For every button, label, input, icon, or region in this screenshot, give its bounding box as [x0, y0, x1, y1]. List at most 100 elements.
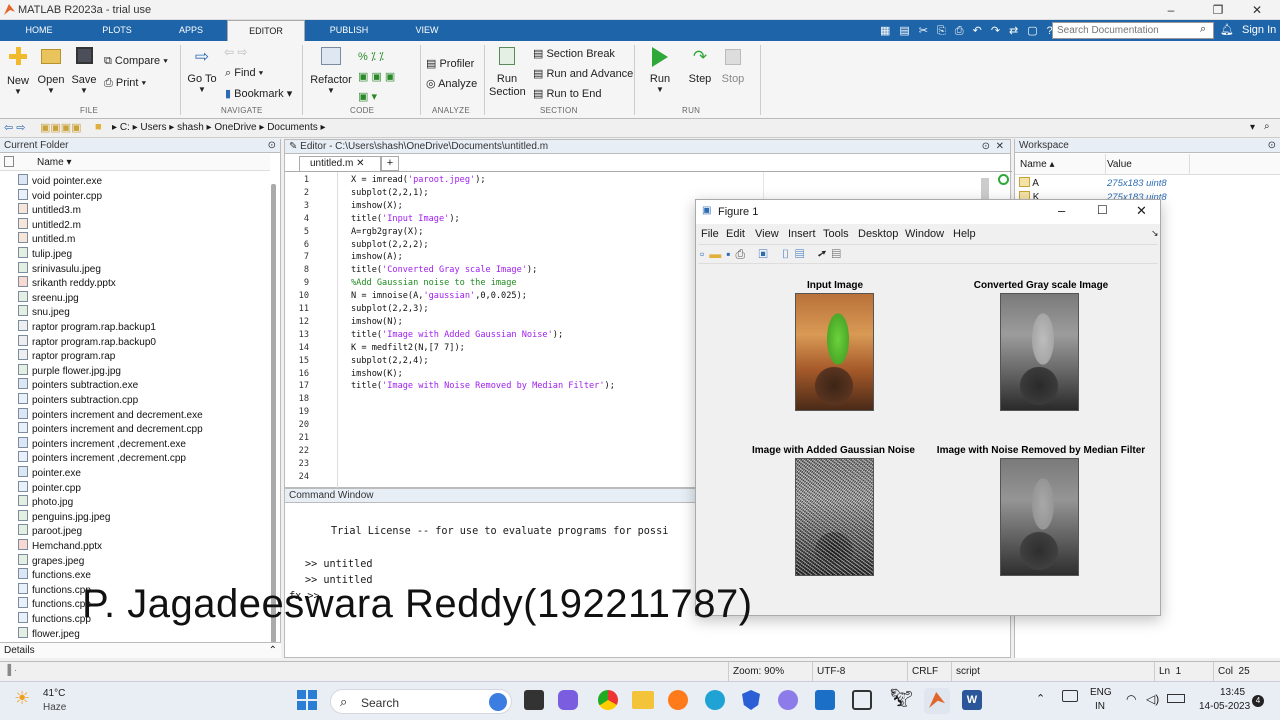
- file-list-item[interactable]: srikanth reddy.pptx: [18, 276, 116, 291]
- tab-editor[interactable]: EDITOR: [227, 20, 305, 41]
- word-icon[interactable]: W: [962, 690, 982, 710]
- file-list-item[interactable]: pointers increment and decrement.exe: [18, 407, 203, 423]
- new-button[interactable]: New ▼: [6, 47, 30, 96]
- new-figure-icon[interactable]: ▫: [700, 247, 709, 261]
- file-list-item[interactable]: pointer.exe: [18, 466, 81, 481]
- file-list-item[interactable]: sreenu.jpg: [18, 290, 79, 306]
- tab-close-icon[interactable]: ✕: [356, 158, 364, 169]
- file-list-item[interactable]: raptor program.rap.backup1: [18, 320, 156, 335]
- file-list-item[interactable]: functions.cpp: [18, 582, 91, 598]
- breadcrumb-item[interactable]: Users: [140, 122, 166, 133]
- code-line[interactable]: title('Converted Gray scale Image');: [351, 265, 537, 275]
- code-line[interactable]: title('Image with Added Gaussian Noise')…: [351, 330, 563, 340]
- back-forward-icon[interactable]: ⇦ ⇨: [224, 45, 247, 59]
- refactor-button[interactable]: Refactor ▼: [310, 47, 352, 95]
- code-line[interactable]: subplot(2,2,1);: [351, 188, 429, 198]
- goto-button[interactable]: ⇨ Go To ▼: [186, 47, 218, 94]
- folder-tools-icon[interactable]: ▣▣▣▣: [40, 121, 82, 134]
- code-line[interactable]: imshow(X);: [351, 201, 403, 211]
- copilot-icon[interactable]: [778, 690, 798, 710]
- file-list-item[interactable]: raptor program.rap.backup0: [18, 334, 156, 350]
- print-button[interactable]: ⎙ Print ▾: [104, 77, 146, 90]
- file-list-item[interactable]: flower.jpeg: [18, 626, 80, 642]
- breadcrumb-item[interactable]: Documents: [267, 122, 318, 133]
- clock-time[interactable]: 13:45: [1220, 687, 1245, 698]
- file-list-item[interactable]: void pointer.cpp: [18, 188, 102, 204]
- chrome-icon[interactable]: [598, 690, 618, 710]
- quick-access-toolbar[interactable]: ▦▤✂⎘⎙↶↷⇄▢?: [880, 24, 1062, 38]
- raptor-icon[interactable]: 🦖︎: [890, 688, 913, 709]
- weather-temp[interactable]: 41°C: [43, 688, 65, 699]
- menu-edit[interactable]: Edit: [726, 228, 745, 240]
- code-line[interactable]: A=rgb2gray(X);: [351, 227, 423, 237]
- encoding[interactable]: UTF-8: [817, 666, 845, 677]
- close-icon[interactable]: ✕: [1242, 2, 1272, 18]
- code-line[interactable]: K = medfilt2(N,[7 7]);: [351, 343, 465, 353]
- address-search-icon[interactable]: ⌕: [1264, 121, 1270, 132]
- taskbar-search[interactable]: ⌕ Search: [330, 689, 512, 714]
- file-explorer-icon[interactable]: [632, 691, 654, 709]
- close-icon[interactable]: ✕: [1136, 203, 1147, 219]
- file-list-item[interactable]: untitled3.m: [18, 203, 81, 218]
- profiler-button[interactable]: ▤ Profiler: [426, 57, 474, 70]
- file-list-item[interactable]: functions.exe: [18, 568, 91, 583]
- menu-window[interactable]: Window: [905, 228, 944, 240]
- file-list-item[interactable]: paroot.jpeg: [18, 524, 82, 539]
- zoom-level[interactable]: Zoom: 90%: [733, 666, 784, 677]
- code-line[interactable]: subplot(2,2,3);: [351, 304, 429, 314]
- link-icon[interactable]: ▣: [758, 247, 772, 261]
- analyze-button[interactable]: ◎ Analyze: [426, 77, 477, 90]
- file-list-item[interactable]: pointers increment ,decrement.exe: [18, 436, 186, 452]
- clock-date[interactable]: 14-05-2023: [1199, 701, 1250, 712]
- minimize-icon[interactable]: –: [1156, 2, 1186, 18]
- weather-sun-icon[interactable]: ☀: [14, 688, 30, 709]
- file-list-item[interactable]: Hemchand.pptx: [18, 539, 102, 554]
- save-button[interactable]: Save ▼: [71, 47, 97, 95]
- store-icon[interactable]: [815, 690, 835, 710]
- code-line[interactable]: %Add Gaussian noise to the image: [351, 278, 517, 288]
- open-icon[interactable]: ▬: [709, 247, 726, 261]
- new-tab-button[interactable]: +: [381, 156, 399, 171]
- run-and-advance-button[interactable]: ▤ Run and Advance: [533, 67, 633, 80]
- open-button[interactable]: Open ▼: [37, 47, 65, 95]
- dock-icon[interactable]: ↘: [1151, 228, 1159, 239]
- panel-menu-icon[interactable]: ⊙: [268, 140, 276, 151]
- matlab-task-icon[interactable]: [924, 688, 950, 714]
- tab-home[interactable]: HOME: [10, 20, 68, 41]
- menu-view[interactable]: View: [755, 228, 779, 240]
- code-line[interactable]: subplot(2,2,4);: [351, 356, 429, 366]
- print-icon[interactable]: ⎙: [736, 247, 751, 261]
- code-line[interactable]: title('Image with Noise Removed by Media…: [351, 381, 615, 391]
- breadcrumb-item[interactable]: shash: [177, 122, 204, 133]
- language-label[interactable]: ENG: [1090, 687, 1112, 698]
- nav-back-forward-icon[interactable]: ⇦ ⇨: [4, 121, 26, 134]
- property-icon[interactable]: ▤: [832, 247, 846, 261]
- file-list-item[interactable]: srinivasulu.jpeg: [18, 261, 101, 277]
- file-list-item[interactable]: penguins.jpg.jpeg: [18, 509, 110, 525]
- file-type[interactable]: script: [956, 666, 980, 677]
- find-button[interactable]: ⌕ Find ▾: [225, 67, 263, 80]
- scrollbar[interactable]: [271, 184, 276, 644]
- code-line[interactable]: imshow(A);: [351, 252, 403, 262]
- edge-icon[interactable]: [705, 690, 725, 710]
- file-list-item[interactable]: photo.jpg: [18, 495, 73, 510]
- task-view-icon[interactable]: [524, 690, 544, 710]
- tab-plots[interactable]: PLOTS: [88, 20, 146, 41]
- battery-icon[interactable]: [1167, 694, 1185, 703]
- code-line[interactable]: N = imnoise(A,'gaussian',0,0.025);: [351, 291, 527, 301]
- menu-insert[interactable]: Insert: [788, 228, 816, 240]
- tab-apps[interactable]: APPS: [162, 20, 220, 41]
- file-list-item[interactable]: void pointer.exe: [18, 174, 102, 189]
- line-ending[interactable]: CRLF: [912, 666, 938, 677]
- menu-file[interactable]: File: [701, 228, 719, 240]
- tab-publish[interactable]: PUBLISH: [320, 20, 378, 41]
- details-panel[interactable]: Details ⌃: [0, 642, 281, 658]
- workspace-row[interactable]: A: [1019, 177, 1039, 189]
- close-icon[interactable]: ✕: [996, 141, 1004, 152]
- window-icon[interactable]: [852, 690, 872, 710]
- file-list-item[interactable]: untitled2.m: [18, 217, 81, 233]
- region-label[interactable]: IN: [1095, 701, 1105, 712]
- colorbar-icon[interactable]: ▯: [781, 247, 795, 261]
- windows-start-icon[interactable]: [297, 690, 317, 710]
- menu-tools[interactable]: Tools: [823, 228, 849, 240]
